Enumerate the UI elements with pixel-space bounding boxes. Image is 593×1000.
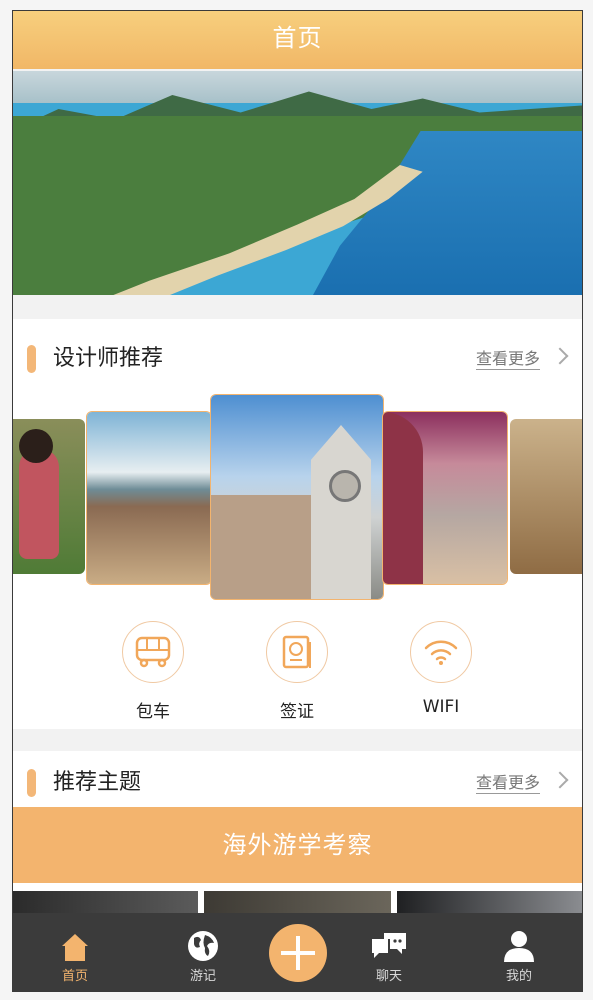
globe-icon	[163, 913, 243, 963]
tab-home[interactable]: 首页	[35, 913, 115, 984]
designer-photo-building[interactable]	[510, 419, 582, 574]
service-label: 包车	[136, 702, 170, 722]
designer-section-title: 设计师推荐	[53, 346, 164, 371]
designer-photo-girl[interactable]	[13, 419, 85, 574]
theme-section-title: 推荐主题	[53, 770, 142, 795]
hero-banner[interactable]	[13, 71, 582, 295]
user-icon	[479, 913, 559, 963]
tab-label: 游记	[189, 969, 216, 984]
designer-more-link[interactable]: 查看更多	[475, 341, 569, 377]
tab-profile[interactable]: 我的	[479, 913, 559, 984]
service-wifi[interactable]: WIFI	[406, 621, 476, 717]
theme-more-link[interactable]: 查看更多	[475, 765, 569, 801]
bottom-tab-bar: 首页 游记 聊天 我的	[13, 913, 582, 991]
wifi-icon	[410, 621, 472, 683]
tab-label: 聊天	[375, 969, 402, 984]
theme-thumb[interactable]	[13, 891, 198, 913]
app-screen: 首页 设计师推荐 查看更多 包车 签证 WIFI 推荐主题 查看更多 海外游学考…	[12, 10, 583, 992]
tab-label: 首页	[61, 969, 88, 984]
designer-photo-river-girl[interactable]	[382, 411, 508, 585]
service-label: 签证	[280, 702, 314, 722]
bus-icon	[122, 621, 184, 683]
designer-section: 设计师推荐 查看更多 包车 签证 WIFI	[13, 319, 582, 729]
section-title: 推荐主题	[27, 765, 141, 801]
theme-banner[interactable]: 海外游学考察	[13, 807, 582, 883]
page-title: 首页	[13, 11, 582, 69]
more-label: 查看更多	[475, 349, 540, 370]
tab-label: 我的	[505, 969, 532, 984]
designer-photo-cathedral[interactable]	[210, 394, 384, 600]
section-accent-bar	[27, 769, 36, 797]
theme-thumb[interactable]	[204, 891, 391, 913]
plus-icon[interactable]	[269, 924, 327, 982]
designer-photo-snow-town[interactable]	[86, 411, 212, 585]
chevron-right-icon	[551, 347, 569, 365]
service-visa[interactable]: 签证	[262, 621, 332, 722]
theme-thumbnails	[13, 891, 582, 913]
service-label: WIFI	[422, 697, 460, 717]
tab-travel-notes[interactable]: 游记	[163, 913, 243, 984]
chat-icon	[349, 913, 429, 963]
service-charter-car[interactable]: 包车	[118, 621, 188, 722]
tab-chat[interactable]: 聊天	[349, 913, 429, 984]
more-label: 查看更多	[475, 773, 540, 794]
service-row: 包车 签证 WIFI	[13, 621, 582, 722]
passport-icon	[266, 621, 328, 683]
section-accent-bar	[27, 345, 36, 373]
theme-thumb[interactable]	[397, 891, 582, 913]
section-title: 设计师推荐	[27, 341, 163, 377]
home-icon	[35, 913, 115, 963]
chevron-right-icon	[551, 771, 569, 789]
